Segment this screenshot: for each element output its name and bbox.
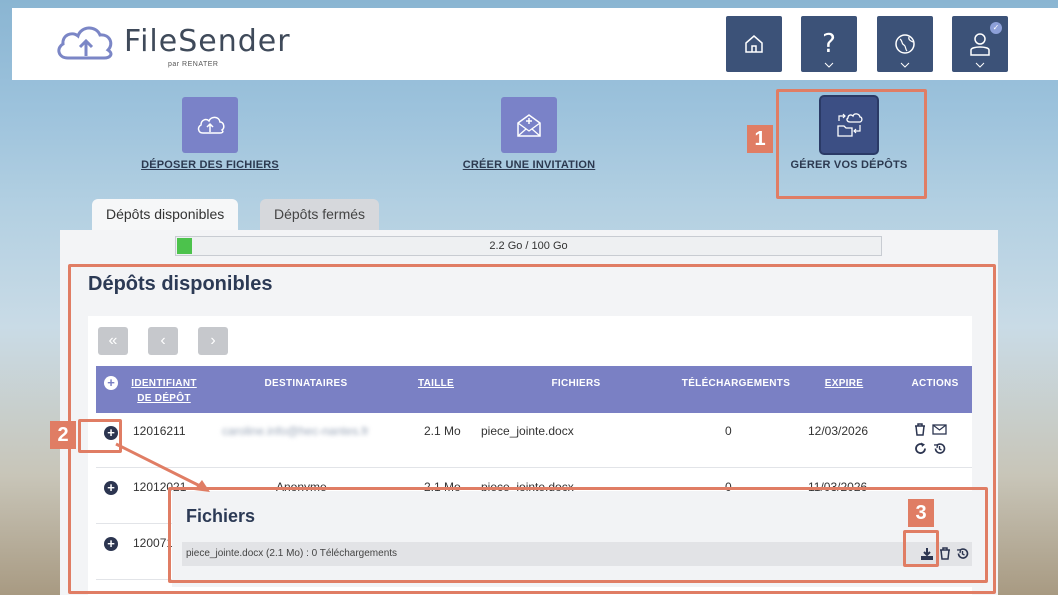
tab-closed-transfers[interactable]: Dépôts fermés xyxy=(260,199,380,231)
user-menu-button[interactable]: ✓ xyxy=(952,16,1008,72)
annotation-box-files xyxy=(168,487,988,583)
envelope-plus-icon xyxy=(517,114,541,137)
annotation-box-3 xyxy=(903,530,939,567)
top-bar: FileSender par RENATER ? ✓ xyxy=(12,8,1058,80)
tab-available-transfers[interactable]: Dépôts disponibles xyxy=(92,199,239,231)
annotation-label-3: 3 xyxy=(908,499,934,527)
chevron-down-icon xyxy=(975,62,985,68)
language-button[interactable] xyxy=(877,16,933,72)
chevron-down-icon xyxy=(824,62,834,68)
create-invitation-action[interactable]: CRÉER UNE INVITATION xyxy=(459,97,599,171)
help-icon: ? xyxy=(822,29,836,59)
user-icon xyxy=(970,33,990,56)
cloud-upload-icon xyxy=(197,116,225,134)
annotation-box-1 xyxy=(776,89,927,199)
language-globe-icon xyxy=(895,34,915,54)
upload-files-label: DÉPOSER DES FICHIERS xyxy=(141,159,279,171)
invite-tile-icon xyxy=(501,97,557,153)
chevron-down-icon xyxy=(900,62,910,68)
cloud-upload-logo-icon xyxy=(57,26,113,60)
annotation-label-1: 1 xyxy=(747,125,773,153)
create-invitation-label: CRÉER UNE INVITATION xyxy=(462,159,596,171)
filesender-logo[interactable]: FileSender par RENATER xyxy=(52,20,322,70)
upload-tile-icon xyxy=(182,97,238,153)
home-icon xyxy=(745,35,763,53)
check-badge-icon: ✓ xyxy=(990,22,1002,34)
upload-files-action[interactable]: DÉPOSER DES FICHIERS xyxy=(140,97,280,171)
logo-text: FileSender xyxy=(124,24,291,59)
quota-text: 2.2 Go / 100 Go xyxy=(489,240,568,252)
logo-subtitle: par RENATER xyxy=(168,61,219,68)
help-button[interactable]: ? xyxy=(801,16,857,72)
annotation-label-2: 2 xyxy=(50,421,76,449)
home-button[interactable] xyxy=(726,16,782,72)
quota-bar: 2.2 Go / 100 Go xyxy=(175,236,882,256)
